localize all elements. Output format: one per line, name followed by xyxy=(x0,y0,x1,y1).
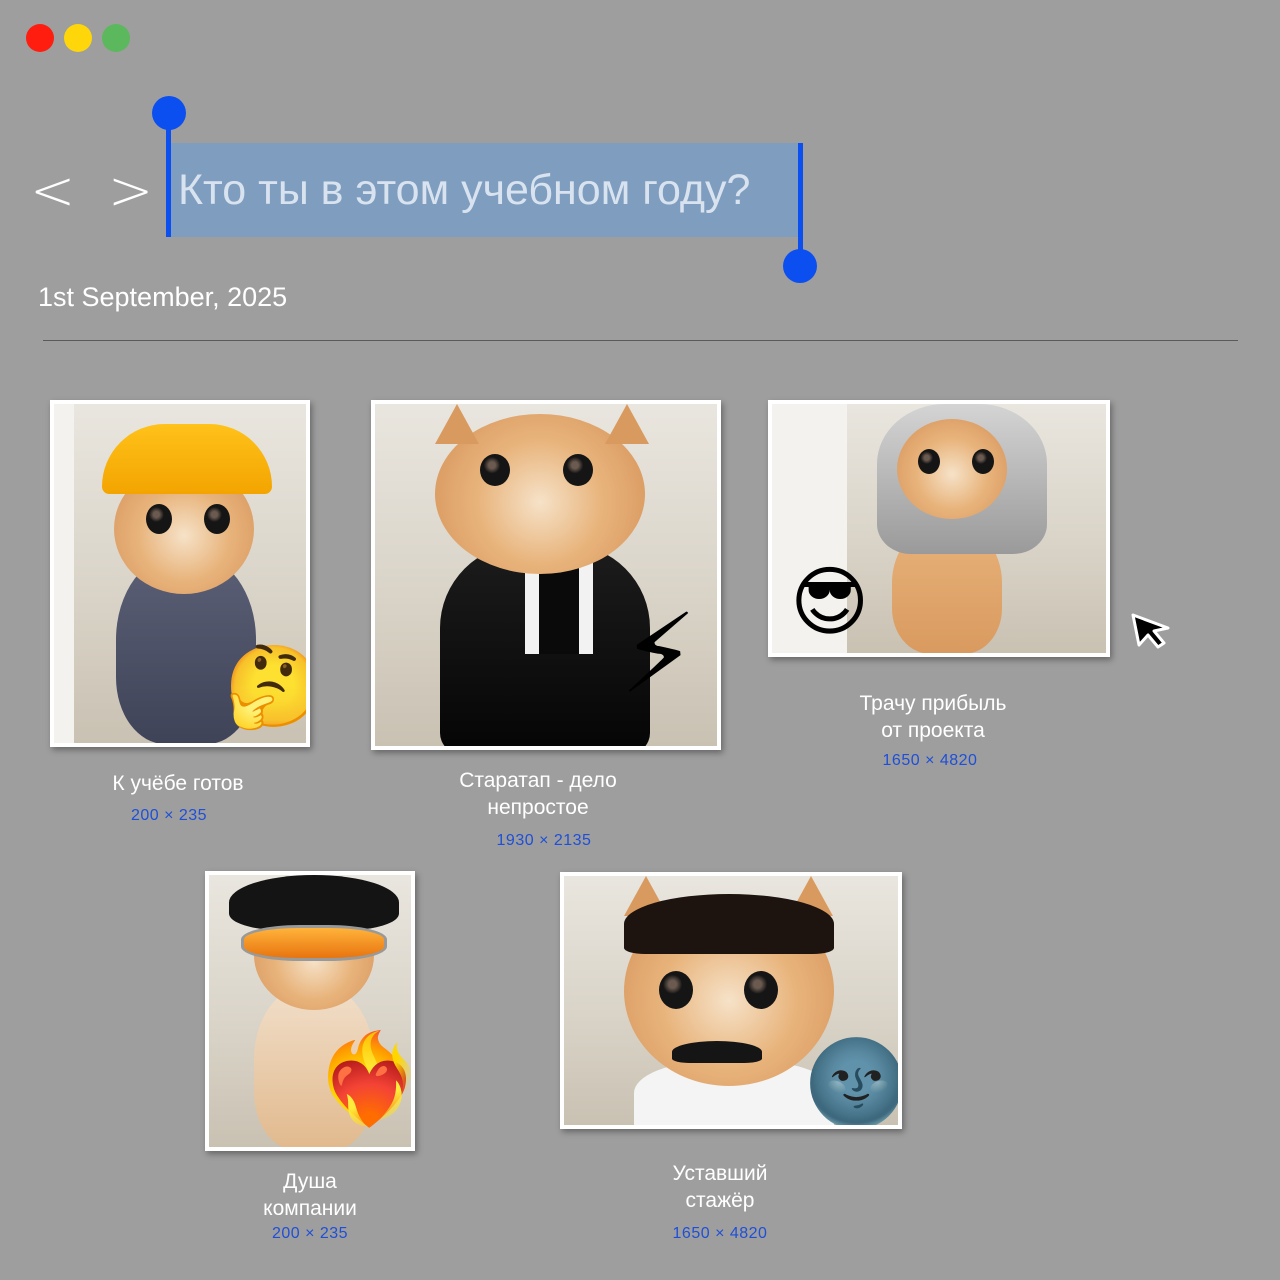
selection-start-handle[interactable] xyxy=(166,112,171,237)
date-label: 1st September, 2025 xyxy=(38,282,288,312)
card-caption: Уставший стажёр xyxy=(672,1162,768,1212)
card-caption: Трачу прибыль от проекта xyxy=(859,692,1007,742)
card-caption: Душа компании xyxy=(263,1170,357,1220)
cat-photo: 🤔 xyxy=(54,404,306,743)
afro-hair xyxy=(229,875,399,930)
card-dimensions: 1930 × 2135 xyxy=(496,832,592,849)
card-caption: Старатап - дело непростое xyxy=(459,769,617,819)
photo-card[interactable]: ⚡ xyxy=(371,400,721,750)
photo-card[interactable]: 🌚 xyxy=(560,872,902,1129)
selection-start-knob[interactable] xyxy=(152,96,186,130)
cat-photo: ❤️‍🔥 xyxy=(209,875,411,1147)
mustache xyxy=(672,1041,762,1063)
card-dimensions: 1650 × 4820 xyxy=(672,1225,768,1242)
card-dimensions: 1650 × 4820 xyxy=(882,752,978,769)
new-moon-face-emoji-icon: 🌚 xyxy=(804,1034,898,1125)
cat-photo: 🌚 xyxy=(564,876,898,1125)
sunglasses xyxy=(241,925,387,961)
heart-on-fire-emoji-icon: ❤️‍🔥 xyxy=(314,1027,411,1130)
lightning-emoji-icon: ⚡ xyxy=(620,590,698,718)
close-button[interactable] xyxy=(26,24,54,52)
photo-card[interactable]: 😎 xyxy=(768,400,1110,657)
wig-hair xyxy=(624,894,834,954)
photo-card[interactable]: 🤔 xyxy=(50,400,310,747)
photo-card[interactable]: ❤️‍🔥 xyxy=(205,871,415,1151)
cat-photo: ⚡ xyxy=(375,404,717,746)
divider xyxy=(43,340,1238,341)
mouse-pointer-icon xyxy=(1131,613,1170,649)
selection-end-knob[interactable] xyxy=(783,249,817,283)
window-controls xyxy=(26,24,130,52)
cat-photo: 😎 xyxy=(772,404,1106,653)
card-dimensions: 200 × 235 xyxy=(130,807,208,824)
forward-button[interactable]: > xyxy=(108,162,153,220)
page-title[interactable]: Кто ты в этом учебном году? xyxy=(178,160,750,220)
zoom-button[interactable] xyxy=(102,24,130,52)
sunglasses-emoji-icon: 😎 xyxy=(790,557,870,646)
back-button[interactable]: < xyxy=(30,162,75,220)
card-dimensions: 200 × 235 xyxy=(271,1225,349,1242)
minimize-button[interactable] xyxy=(64,24,92,52)
thinking-emoji-icon: 🤔 xyxy=(224,640,306,733)
card-caption: К учёбе готов xyxy=(112,772,244,795)
